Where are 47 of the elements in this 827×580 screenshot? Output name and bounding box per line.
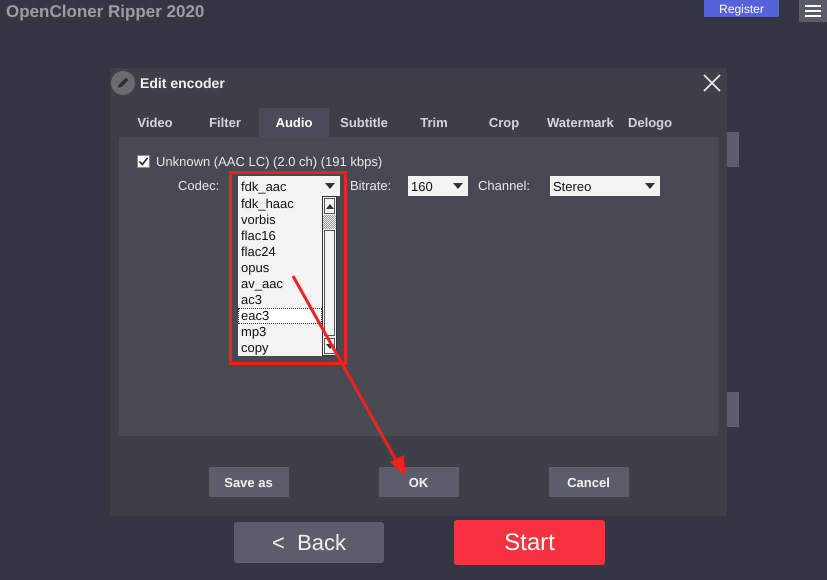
app-title: OpenCloner Ripper 2020 — [5, 1, 204, 22]
caret-icon — [453, 183, 463, 189]
dropdown-option[interactable]: copy — [238, 340, 322, 356]
track-label: Unknown (AAC LC) (2.0 ch) (191 kbps) — [156, 154, 382, 169]
tab[interactable]: Subtitle — [329, 108, 399, 137]
bitrate-label: Bitrate: — [349, 177, 392, 195]
dialog-title: Edit encoder — [140, 75, 225, 91]
dialog-button[interactable]: OK — [378, 467, 458, 497]
pencil-icon — [111, 71, 135, 95]
tab[interactable]: Video — [119, 108, 191, 137]
tab[interactable]: Watermark — [539, 108, 619, 137]
scroll-thumb[interactable] — [323, 215, 336, 229]
scroll-up-icon[interactable] — [324, 198, 335, 214]
dialog-button[interactable]: Save as — [208, 467, 288, 497]
close-icon[interactable] — [703, 74, 721, 92]
start-button[interactable]: Start — [454, 520, 605, 565]
scroll-down-icon[interactable] — [324, 338, 335, 354]
scrollbar[interactable] — [322, 196, 337, 356]
dropdown-option[interactable]: av_aac — [238, 276, 322, 292]
channel-label: Channel: — [477, 177, 532, 195]
tab[interactable]: Filter — [191, 108, 259, 137]
back-button[interactable]: < Back — [234, 522, 384, 563]
tab[interactable]: Delogo — [619, 108, 681, 137]
caret-icon — [645, 183, 655, 189]
dropdown-value: Stereo — [553, 178, 592, 194]
dropdown-value: 160 — [411, 178, 433, 194]
menu-icon[interactable] — [799, 0, 827, 22]
dropdown-option[interactable]: flac16 — [238, 228, 322, 244]
register-button[interactable]: Register — [704, 0, 779, 17]
caret-icon — [325, 183, 335, 189]
dropdown-value: fdk_aac — [241, 178, 287, 194]
tab[interactable]: Trim — [399, 108, 469, 137]
dropdown-option[interactable]: ac3 — [238, 292, 322, 308]
tab[interactable]: Crop — [469, 108, 539, 137]
dropdown-option[interactable]: fdk_haac — [238, 196, 322, 212]
dropdown-option[interactable]: flac24 — [238, 244, 322, 260]
tab[interactable]: Audio — [259, 108, 329, 137]
dropdown-option[interactable]: mp3 — [238, 324, 322, 340]
bitrate-dropdown[interactable]: 160 — [408, 176, 468, 196]
dropdown-option[interactable]: eac3 — [238, 308, 322, 324]
channel-dropdown[interactable]: Stereo — [550, 176, 660, 196]
dialog-button[interactable]: Cancel — [548, 467, 628, 497]
codec-dropdown[interactable]: fdk_aac — [238, 176, 340, 196]
codec-label: Codec: — [178, 177, 220, 195]
dropdown-option[interactable]: opus — [238, 260, 322, 276]
checkbox[interactable] — [137, 155, 150, 168]
dropdown-option[interactable]: vorbis — [238, 212, 322, 228]
